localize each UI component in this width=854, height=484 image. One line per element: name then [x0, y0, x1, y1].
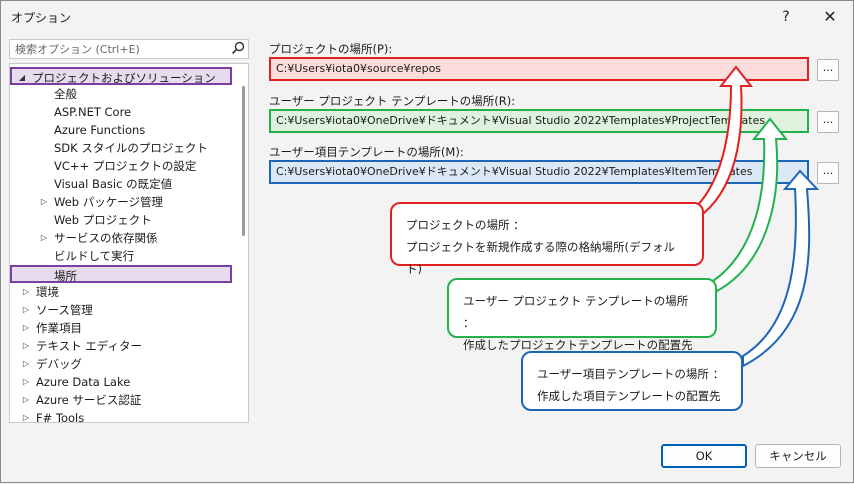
red-arrow-icon [694, 65, 754, 215]
green-arrow-icon [711, 117, 789, 293]
project-location-callout: プロジェクトの場所 ： プロジェクトを新規作成する際の格納場所(デフォルト) [390, 202, 704, 276]
item-templates-callout: ユーザー項目テンプレートの場所 ： 作成した項目テンプレートの配置先 [521, 351, 743, 411]
blue-arrow-icon [742, 169, 820, 368]
callout-description: 作成した項目テンプレートの配置先 [537, 389, 721, 403]
callout-title: ユーザー プロジェクト テンプレートの場所 ： [463, 294, 689, 330]
callout-title: プロジェクトの場所 ： [406, 218, 525, 232]
callout-description: プロジェクトを新規作成する際の格納場所(デフォルト) [406, 240, 675, 276]
cancel-button[interactable]: キャンセル [755, 444, 841, 468]
ok-button[interactable]: OK [661, 444, 747, 468]
project-templates-callout: ユーザー プロジェクト テンプレートの場所 ： 作成したプロジェクトテンプレート… [447, 278, 717, 352]
options-dialog: オプション ? ✕ ◢ プロジェクトおよびソリューション 全般 ASP.NET … [0, 0, 854, 483]
callout-title: ユーザー項目テンプレートの場所 ： [537, 367, 725, 381]
